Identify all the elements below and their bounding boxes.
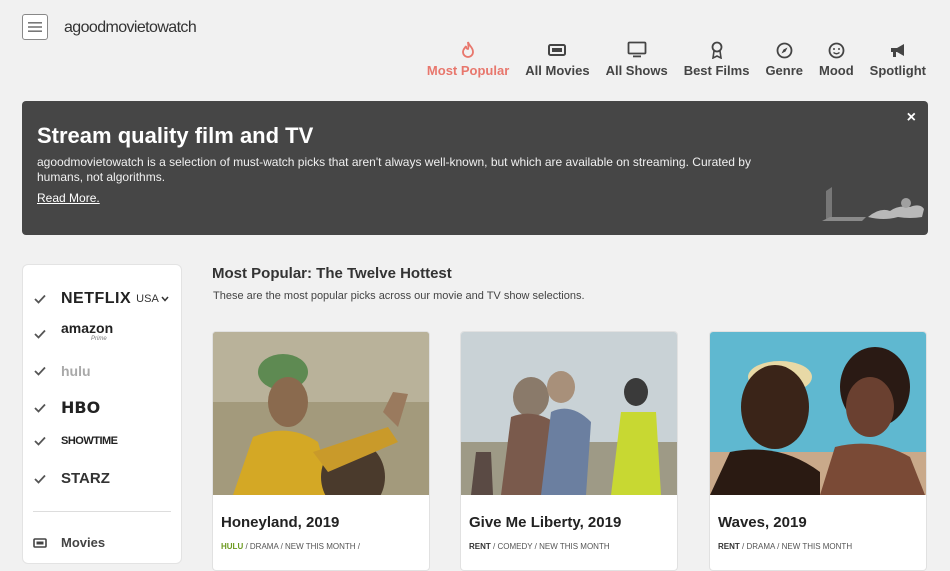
- provider-badge: RENT: [718, 542, 740, 551]
- film-icon: [33, 537, 47, 548]
- service-amazon[interactable]: amazon Prime: [33, 320, 114, 345]
- chevron-down-icon: [161, 296, 169, 302]
- movie-poster-image: [710, 332, 926, 495]
- movie-title: Give Me Liberty, 2019: [469, 514, 622, 531]
- smile-icon: [828, 40, 845, 60]
- nav-label: Best Films: [683, 63, 750, 78]
- nav-label: All Movies: [525, 63, 590, 78]
- nav-label: Genre: [765, 63, 804, 78]
- nav-label: Mood: [819, 63, 854, 78]
- hamburger-menu-button[interactable]: [22, 14, 48, 40]
- hamburger-icon: [28, 22, 42, 32]
- tv-icon: [627, 40, 647, 60]
- nav-spotlight[interactable]: Spotlight: [870, 40, 926, 78]
- sidebar-divider: [33, 511, 171, 512]
- banner-text: agoodmovietowatch is a selection of must…: [37, 155, 751, 184]
- movie-tags: RENT / COMEDY / NEW THIS MONTH: [469, 542, 610, 551]
- intro-banner: Stream quality film and TV agoodmovietow…: [22, 101, 928, 235]
- section-title: Most Popular: The Twelve Hottest: [212, 265, 452, 282]
- checkmark-icon: [34, 294, 46, 304]
- flame-icon: [460, 40, 476, 60]
- nav-label: Most Popular: [426, 63, 510, 78]
- checkmark-icon: [34, 474, 46, 484]
- movie-title: Honeyland, 2019: [221, 514, 340, 531]
- service-hulu[interactable]: hulu: [33, 363, 91, 379]
- read-more-link[interactable]: Read More.: [37, 191, 100, 205]
- nav-mood[interactable]: Mood: [819, 40, 854, 78]
- megaphone-icon: [889, 40, 907, 60]
- movie-title: Waves, 2019: [718, 514, 807, 531]
- movie-poster-image: [461, 332, 677, 495]
- movie-card[interactable]: Waves, 2019 RENT / DRAMA / NEW THIS MONT…: [709, 331, 927, 571]
- service-hbo[interactable]: HBO: [33, 398, 100, 417]
- service-showtime[interactable]: SHOWTIME: [33, 434, 118, 448]
- laptop-illustration: [822, 187, 924, 221]
- nav-all-shows[interactable]: All Shows: [606, 40, 668, 78]
- nav-label: Spotlight: [869, 63, 926, 78]
- site-logo[interactable]: agoodmovietowatch: [64, 19, 197, 37]
- movie-tags: RENT / DRAMA / NEW THIS MONTH: [718, 542, 853, 551]
- region-select[interactable]: USA: [136, 293, 159, 305]
- section-subtitle: These are the most popular picks across …: [213, 290, 585, 302]
- movie-card[interactable]: Honeyland, 2019 HULU / DRAMA / NEW THIS …: [212, 331, 430, 571]
- film-icon: [548, 40, 567, 60]
- movie-card[interactable]: Give Me Liberty, 2019 RENT / COMEDY / NE…: [460, 331, 678, 571]
- service-starz[interactable]: STARZ: [33, 470, 110, 487]
- nav-genre[interactable]: Genre: [765, 40, 803, 78]
- starz-logo: STARZ: [61, 470, 110, 487]
- amazon-logo: amazon Prime: [61, 320, 114, 342]
- streaming-filter-sidebar: NETFLIX USA amazon Prime hulu HBO SHOWTI…: [22, 264, 182, 564]
- nav-all-movies[interactable]: All Movies: [525, 40, 590, 78]
- checkmark-icon: [34, 366, 46, 376]
- nav-label: All Shows: [605, 63, 668, 78]
- award-icon: [710, 40, 724, 60]
- movie-tags: HULU / DRAMA / NEW THIS MONTH /: [221, 542, 360, 551]
- service-netflix[interactable]: NETFLIX USA: [33, 290, 169, 308]
- hbo-logo: HBO: [61, 398, 101, 417]
- main-nav: Most Popular All Movies All Shows Best F…: [427, 40, 926, 78]
- provider-badge: RENT: [469, 542, 491, 551]
- hulu-logo: hulu: [61, 363, 91, 379]
- movie-poster-image: [213, 332, 429, 495]
- close-banner-button[interactable]: ×: [907, 109, 916, 127]
- nav-most-popular[interactable]: Most Popular: [427, 40, 509, 78]
- banner-title: Stream quality film and TV: [37, 123, 314, 148]
- nav-best-films[interactable]: Best Films: [683, 40, 750, 78]
- compass-icon: [776, 40, 793, 60]
- checkmark-icon: [34, 403, 46, 413]
- showtime-logo: SHOWTIME: [61, 435, 118, 447]
- checkmark-icon: [34, 436, 46, 446]
- provider-badge: HULU: [221, 542, 244, 551]
- checkmark-icon: [34, 329, 46, 339]
- netflix-logo: NETFLIX: [61, 290, 132, 307]
